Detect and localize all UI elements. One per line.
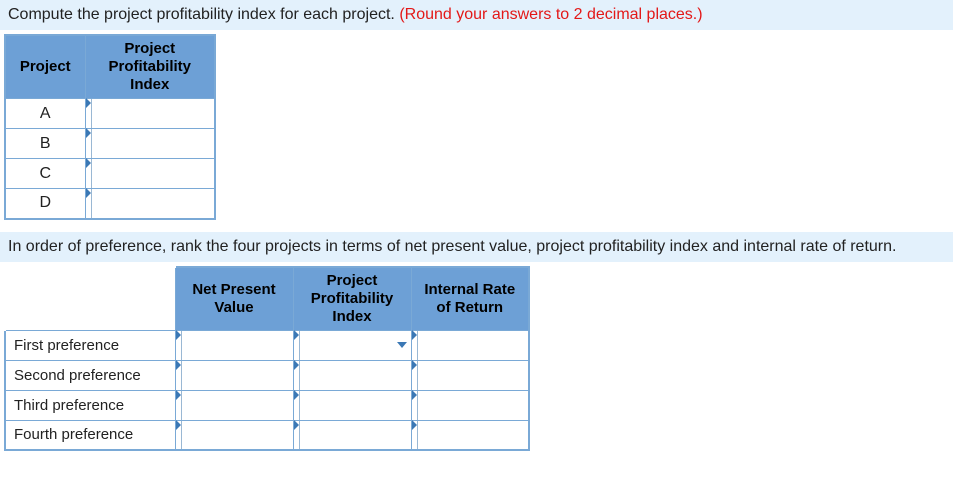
ppi-select-2[interactable] bbox=[300, 361, 411, 390]
npv-select-2[interactable] bbox=[182, 361, 293, 390]
ppi-select-1[interactable] bbox=[300, 331, 411, 360]
table-row: A bbox=[5, 99, 215, 129]
npv-select-4[interactable] bbox=[182, 421, 293, 450]
ppi-input-d[interactable] bbox=[92, 189, 215, 218]
table-row: D bbox=[5, 189, 215, 219]
row-label-a: A bbox=[5, 99, 85, 129]
table-row: Fourth preference bbox=[5, 420, 529, 450]
ppi-input-cell-d bbox=[85, 189, 215, 219]
irr-select-1[interactable] bbox=[418, 331, 529, 360]
ppi-input-cell-a bbox=[85, 99, 215, 129]
npv-select-1[interactable] bbox=[182, 331, 293, 360]
row-label-b: B bbox=[5, 129, 85, 159]
row-fourth-pref: Fourth preference bbox=[5, 420, 175, 450]
header-ppi: Project Profitability Index bbox=[85, 35, 215, 99]
ppi-input-cell-b bbox=[85, 129, 215, 159]
table-row: B bbox=[5, 129, 215, 159]
irr-select-4[interactable] bbox=[418, 421, 529, 450]
ppi-input-c[interactable] bbox=[92, 159, 215, 188]
irr-select-3[interactable] bbox=[418, 391, 529, 420]
table-row: C bbox=[5, 159, 215, 189]
row-third-pref: Third preference bbox=[5, 390, 175, 420]
table-row: Third preference bbox=[5, 390, 529, 420]
question-prompt-1: Compute the project profitability index … bbox=[0, 0, 953, 30]
chevron-down-icon bbox=[397, 342, 407, 348]
prompt-text: Compute the project profitability index … bbox=[8, 6, 395, 23]
ppi-select-4[interactable] bbox=[300, 421, 411, 450]
row-second-pref: Second preference bbox=[5, 360, 175, 390]
ppi-input-a[interactable] bbox=[92, 99, 215, 128]
profitability-index-table: Project Project Profitability Index A B … bbox=[4, 34, 216, 220]
ppi-select-3[interactable] bbox=[300, 391, 411, 420]
ppi-input-cell-c bbox=[85, 159, 215, 189]
header-irr: Internal Rate of Return bbox=[411, 267, 529, 331]
question-prompt-2: In order of preference, rank the four pr… bbox=[0, 232, 953, 262]
ppi-input-b[interactable] bbox=[92, 129, 215, 158]
prompt-rounding-note: (Round your answers to 2 decimal places.… bbox=[399, 6, 702, 23]
header-ppi-rank: Project Profitability Index bbox=[293, 267, 411, 331]
table-row: Second preference bbox=[5, 360, 529, 390]
irr-select-2[interactable] bbox=[418, 361, 529, 390]
header-project: Project bbox=[5, 35, 85, 99]
row-label-d: D bbox=[5, 189, 85, 219]
row-first-pref: First preference bbox=[5, 330, 175, 360]
ranking-table: Net Present Value Project Profitability … bbox=[4, 266, 530, 452]
npv-select-3[interactable] bbox=[182, 391, 293, 420]
header-blank bbox=[5, 267, 175, 331]
table-row: First preference bbox=[5, 330, 529, 360]
row-label-c: C bbox=[5, 159, 85, 189]
header-npv: Net Present Value bbox=[175, 267, 293, 331]
